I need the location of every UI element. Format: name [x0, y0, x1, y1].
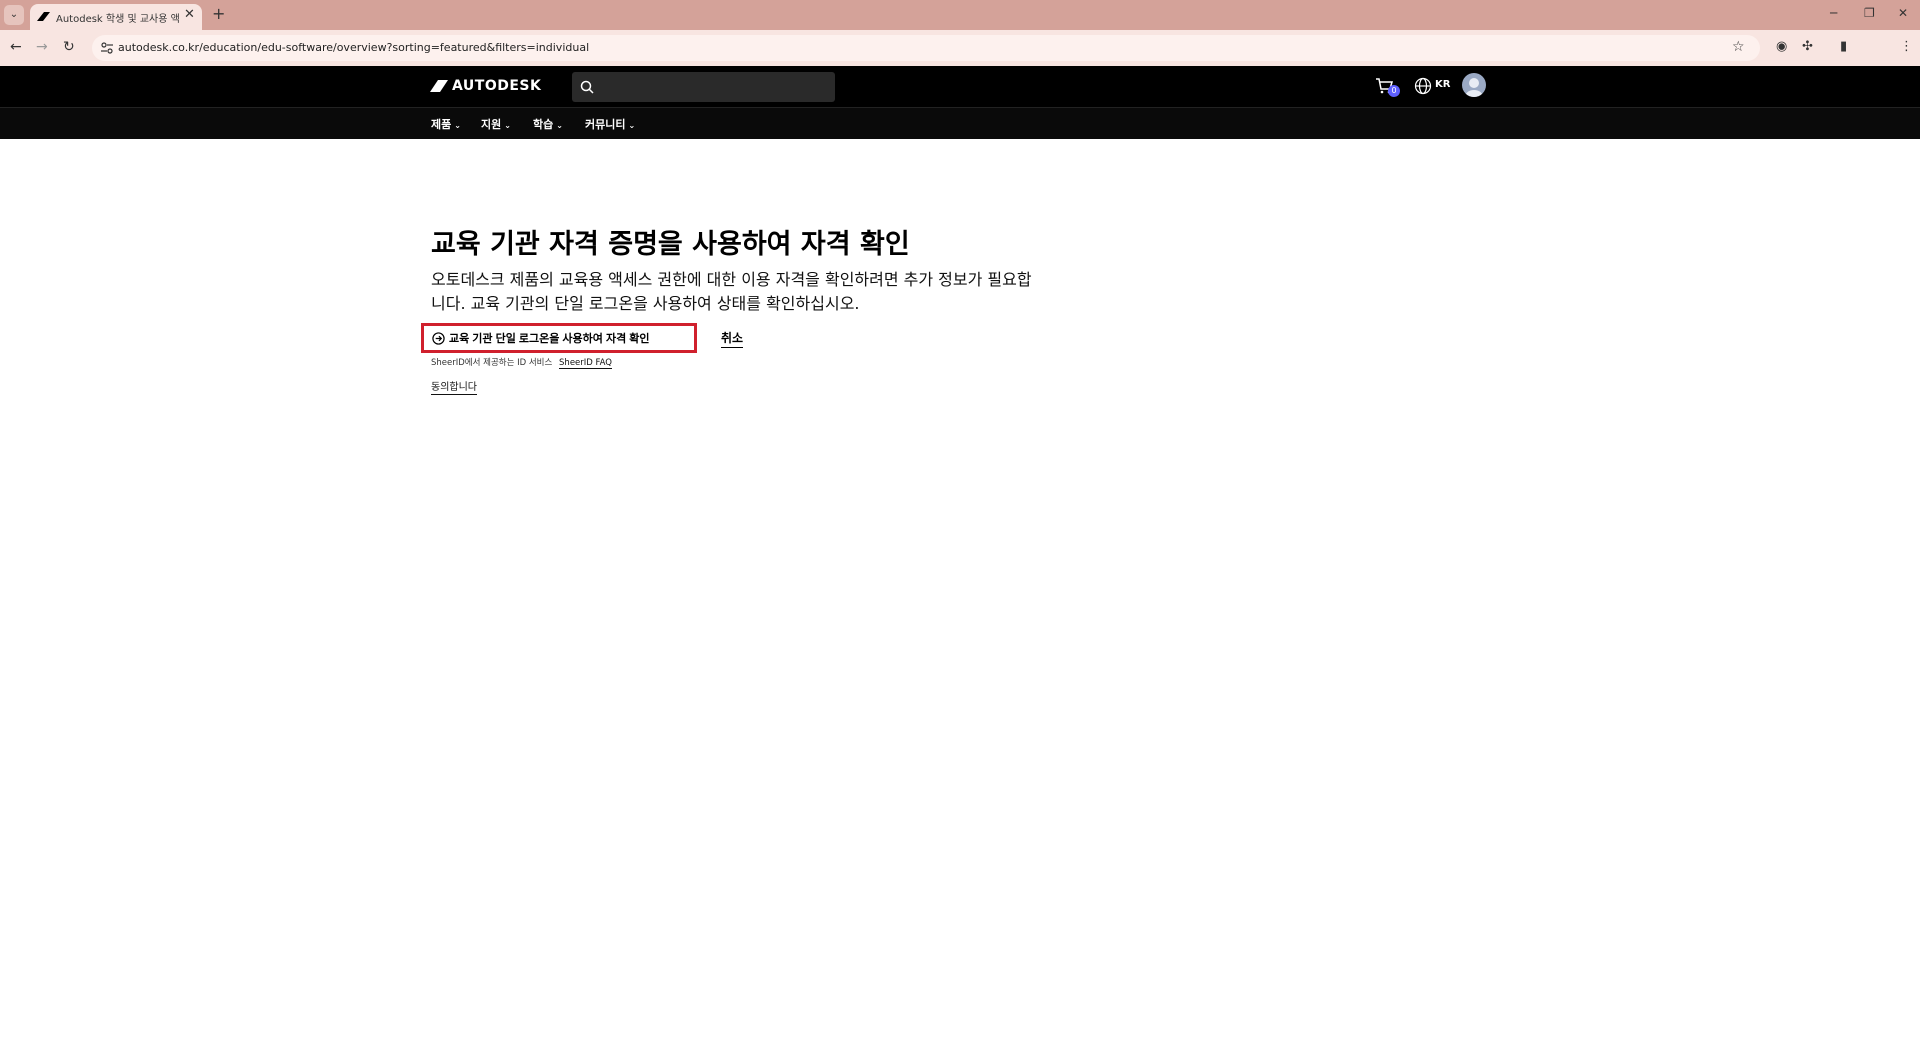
browser-menu-icon[interactable]: ⋮	[1900, 39, 1913, 54]
nav-label-learning: 학습	[533, 118, 554, 131]
restore-window-icon[interactable]: ❐	[1864, 6, 1875, 20]
tab-close-icon[interactable]: ✕	[184, 7, 195, 22]
cart-count-badge: 0	[1388, 85, 1400, 97]
locale-label: KR	[1435, 79, 1451, 90]
chevron-down-icon: ⌄	[504, 121, 511, 130]
chevron-down-icon: ⌄	[628, 121, 636, 130]
sso-button-label: 교육 기관 단일 로그온을 사용하여 자격 확인	[449, 333, 650, 345]
nav-label-community: 커뮤니티	[585, 118, 626, 131]
reload-icon[interactable]: ↻	[63, 39, 75, 55]
cancel-link[interactable]: 취소	[721, 329, 744, 348]
tab-title: Autodesk 학생 및 교사용 액세	[56, 14, 180, 25]
search-input[interactable]	[604, 76, 828, 100]
page-description: 오토데스크 제품의 교육용 액세스 권한에 대한 이용 자격을 확인하려면 추가…	[431, 270, 1032, 313]
url-text[interactable]: autodesk.co.kr/education/edu-software/ov…	[118, 41, 589, 54]
browser-tab-strip: ⌄ Autodesk 학생 및 교사용 액세 ✕ + ─ ❐ ✕	[0, 0, 1920, 30]
autodesk-logo-icon	[430, 80, 448, 92]
nav-item-learning[interactable]: 학습 ⌄	[533, 116, 563, 132]
site-header: AUTODESK 0 KR	[0, 66, 1920, 107]
nav-item-support[interactable]: 지원 ⌄	[481, 116, 511, 132]
sheerid-note-text: SheerID에서 제공하는 ID 서비스	[431, 358, 553, 368]
minimize-window-icon[interactable]: ─	[1830, 6, 1837, 20]
chevron-down-icon: ⌄	[454, 121, 461, 130]
nav-item-community[interactable]: 커뮤니티 ⌄	[585, 116, 635, 132]
user-silhouette-icon	[1465, 78, 1483, 97]
nav-label-support: 지원	[481, 118, 502, 131]
autodesk-favicon-icon	[37, 12, 50, 21]
sheerid-note: SheerID에서 제공하는 ID 서비스 SheerID FAQ	[431, 356, 612, 369]
primary-nav: 제품 ⌄ 지원 ⌄ 학습 ⌄ 커뮤니티 ⌄	[0, 107, 1920, 139]
new-tab-button[interactable]: +	[212, 4, 225, 23]
side-panel-icon[interactable]: ▮	[1840, 39, 1847, 54]
site-info-icon[interactable]	[100, 41, 114, 55]
cart-button[interactable]: 0	[1375, 76, 1400, 98]
globe-icon	[1414, 77, 1432, 95]
site-search[interactable]	[572, 72, 835, 102]
back-arrow-icon[interactable]: ←	[10, 39, 22, 55]
nav-label-products: 제품	[431, 118, 452, 131]
agree-link[interactable]: 동의합니다	[431, 378, 477, 395]
user-avatar[interactable]	[1462, 73, 1486, 97]
page-title: 교육 기관 자격 증명을 사용하여 자격 확인	[431, 229, 910, 260]
address-bar[interactable]: autodesk.co.kr/education/edu-software/ov…	[92, 35, 1760, 61]
logo-text: AUTODESK	[452, 78, 542, 94]
browser-tab-autodesk[interactable]: Autodesk 학생 및 교사용 액세 ✕	[30, 4, 202, 30]
bookmark-star-icon[interactable]: ☆	[1732, 39, 1745, 55]
extensions-puzzle-icon[interactable]: ✣	[1802, 39, 1813, 54]
arrow-right-circle-icon	[432, 331, 445, 345]
camera-extension-icon[interactable]: ◉	[1776, 39, 1787, 54]
browser-toolbar: ← → ↻ autodesk.co.kr/education/edu-softw…	[0, 30, 1920, 85]
sheerid-faq-link[interactable]: SheerID FAQ	[559, 358, 612, 369]
close-window-icon[interactable]: ✕	[1898, 6, 1908, 20]
search-icon	[580, 80, 594, 94]
nav-item-products[interactable]: 제품 ⌄	[431, 116, 461, 132]
chevron-down-icon: ⌄	[556, 121, 563, 130]
forward-arrow-icon[interactable]: →	[36, 39, 48, 55]
institution-sso-verify-button[interactable]: 교육 기관 단일 로그온을 사용하여 자격 확인	[432, 328, 650, 348]
tab-search-button[interactable]: ⌄	[4, 5, 24, 25]
